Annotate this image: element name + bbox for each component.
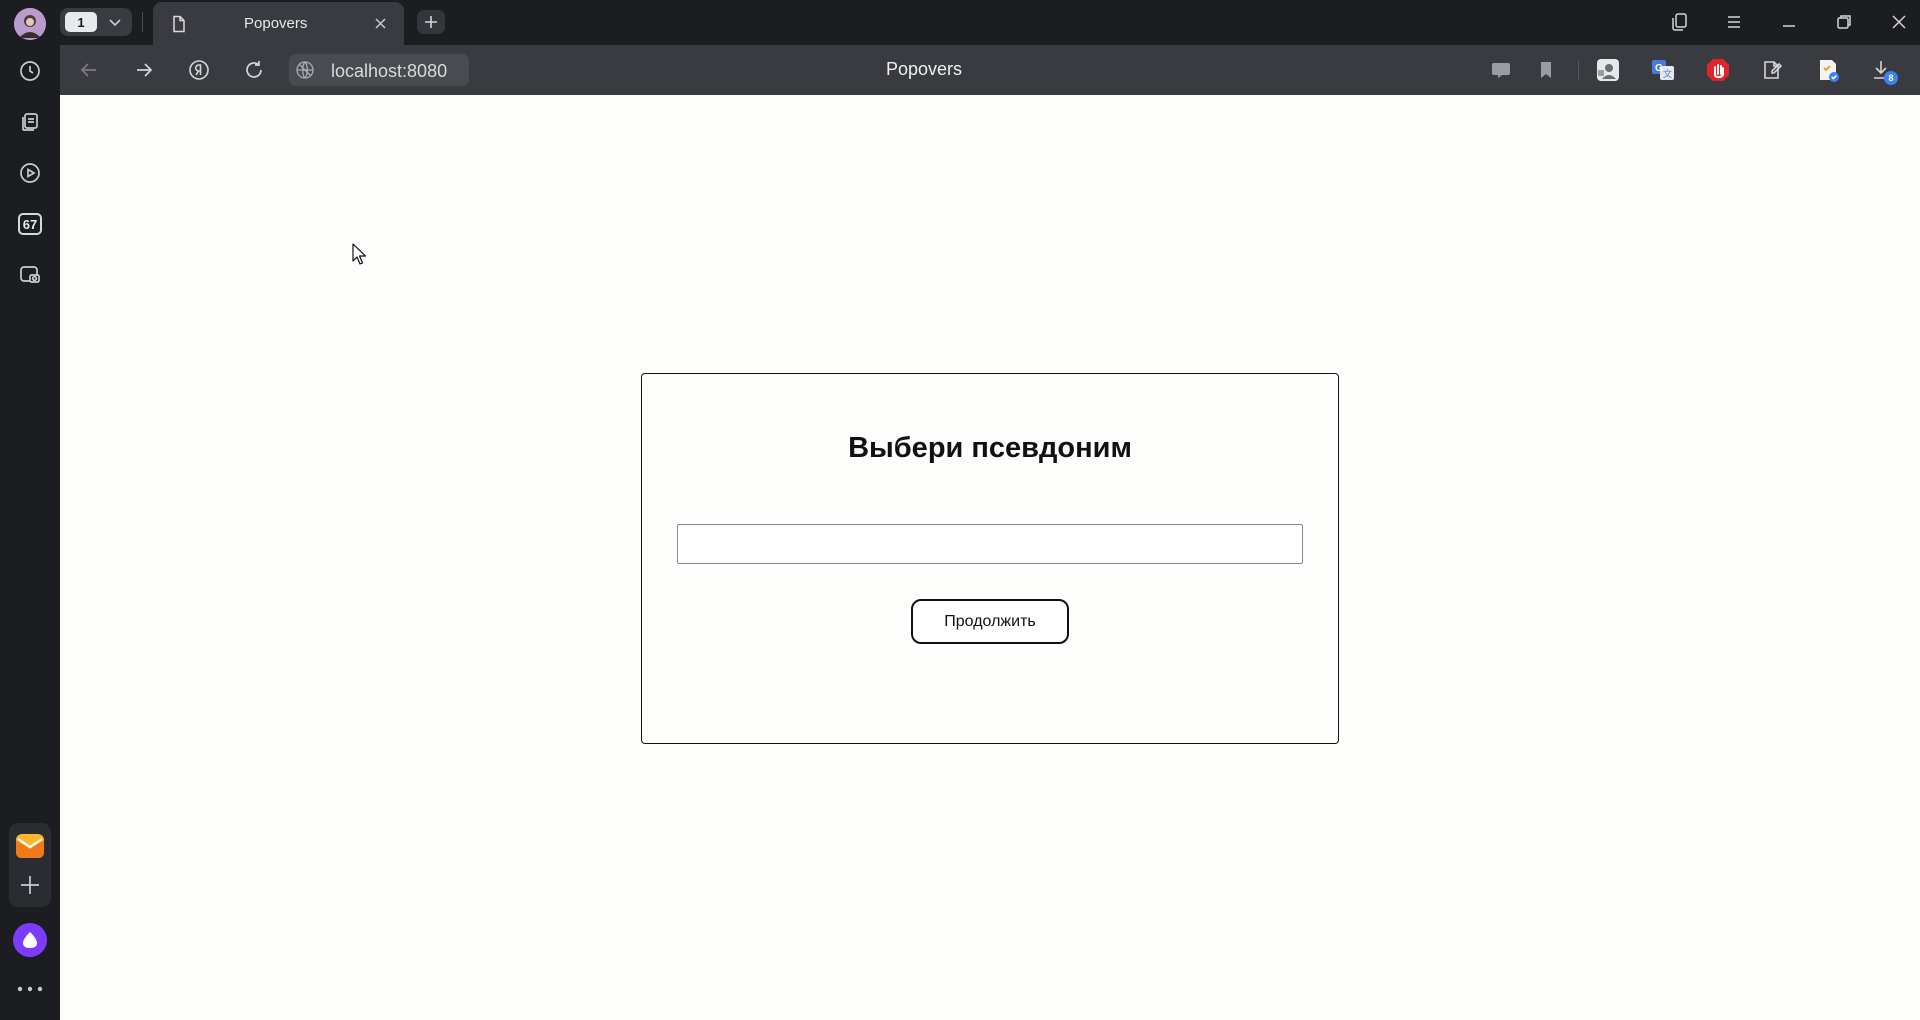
url-bar[interactable]: localhost:8080 <box>289 54 469 86</box>
page-content: Выбери псевдоним Продолжить <box>60 95 1920 1020</box>
nickname-input[interactable] <box>677 524 1303 564</box>
toolbar-separator <box>1578 60 1579 80</box>
tab-title: Popovers <box>244 15 308 32</box>
avatar[interactable] <box>14 8 46 40</box>
checklist-icon[interactable] <box>1815 57 1841 83</box>
chevron-down-icon <box>109 19 121 27</box>
add-app-button[interactable] <box>18 873 42 897</box>
site-info-icon[interactable] <box>295 60 315 80</box>
plus-icon <box>425 16 437 28</box>
active-tab[interactable]: Popovers <box>153 2 404 45</box>
adblock-icon[interactable] <box>1705 57 1731 83</box>
restore-icon[interactable] <box>1833 11 1855 33</box>
dialog-heading: Выбери псевдоним <box>848 432 1132 464</box>
yandex-icon[interactable] <box>187 58 211 82</box>
translate-icon[interactable]: G文 <box>1650 57 1676 83</box>
minimize-icon[interactable] <box>1778 11 1800 33</box>
close-tab-icon[interactable] <box>373 16 388 31</box>
reload-icon[interactable] <box>242 58 266 82</box>
downloads-count-badge: 8 <box>1884 71 1898 85</box>
counter-badge-button[interactable]: 67 <box>14 208 46 240</box>
tabs-panel-icon[interactable] <box>1668 11 1690 33</box>
page-title: Popovers <box>886 59 963 79</box>
continue-button[interactable]: Продолжить <box>911 599 1069 644</box>
add-icon <box>21 876 39 894</box>
collections-button[interactable] <box>14 106 46 138</box>
bookmark-icon[interactable] <box>1533 57 1559 83</box>
svg-text:G: G <box>1655 63 1663 74</box>
back-icon[interactable] <box>77 58 101 82</box>
more-button[interactable] <box>16 983 44 995</box>
history-icon <box>20 61 40 81</box>
video-icon <box>20 163 40 183</box>
browser-sidebar: 67 <box>0 0 60 1020</box>
svg-text:文: 文 <box>1663 68 1672 79</box>
mail-app-button[interactable] <box>14 830 46 862</box>
address-toolbar: localhost:8080 Popovers G文 8 <box>60 45 1920 95</box>
menu-icon[interactable] <box>1723 11 1745 33</box>
profile-ext-icon[interactable] <box>1595 57 1621 83</box>
notes-icon[interactable] <box>1760 57 1786 83</box>
mail-app-icon <box>16 834 44 858</box>
tab-separator <box>142 12 143 32</box>
more-icon <box>17 986 43 992</box>
tab-bar: 1 Popovers <box>60 0 1920 45</box>
alice-assistant-icon <box>13 923 47 957</box>
new-tab-button[interactable] <box>417 10 445 34</box>
screenshot-button[interactable] <box>14 259 46 291</box>
video-button[interactable] <box>14 157 46 189</box>
nickname-dialog: Выбери псевдоним Продолжить <box>641 373 1339 744</box>
screenshot-icon <box>20 266 40 283</box>
chat-icon[interactable] <box>1488 57 1514 83</box>
mouse-cursor-icon <box>352 243 366 265</box>
tab-count: 1 <box>65 12 97 32</box>
url-text[interactable]: localhost:8080 <box>331 61 447 82</box>
alice-assistant-button[interactable] <box>13 923 47 957</box>
close-window-icon[interactable] <box>1888 11 1910 33</box>
collections-icon <box>22 113 38 131</box>
history-button[interactable] <box>14 55 46 87</box>
pinned-apps <box>9 823 51 907</box>
counter-badge-icon: 67 <box>18 213 42 235</box>
document-icon <box>173 15 185 33</box>
downloads-button[interactable]: 8 <box>1870 57 1898 85</box>
tab-count-button[interactable]: 1 <box>60 8 132 36</box>
forward-icon[interactable] <box>132 58 156 82</box>
